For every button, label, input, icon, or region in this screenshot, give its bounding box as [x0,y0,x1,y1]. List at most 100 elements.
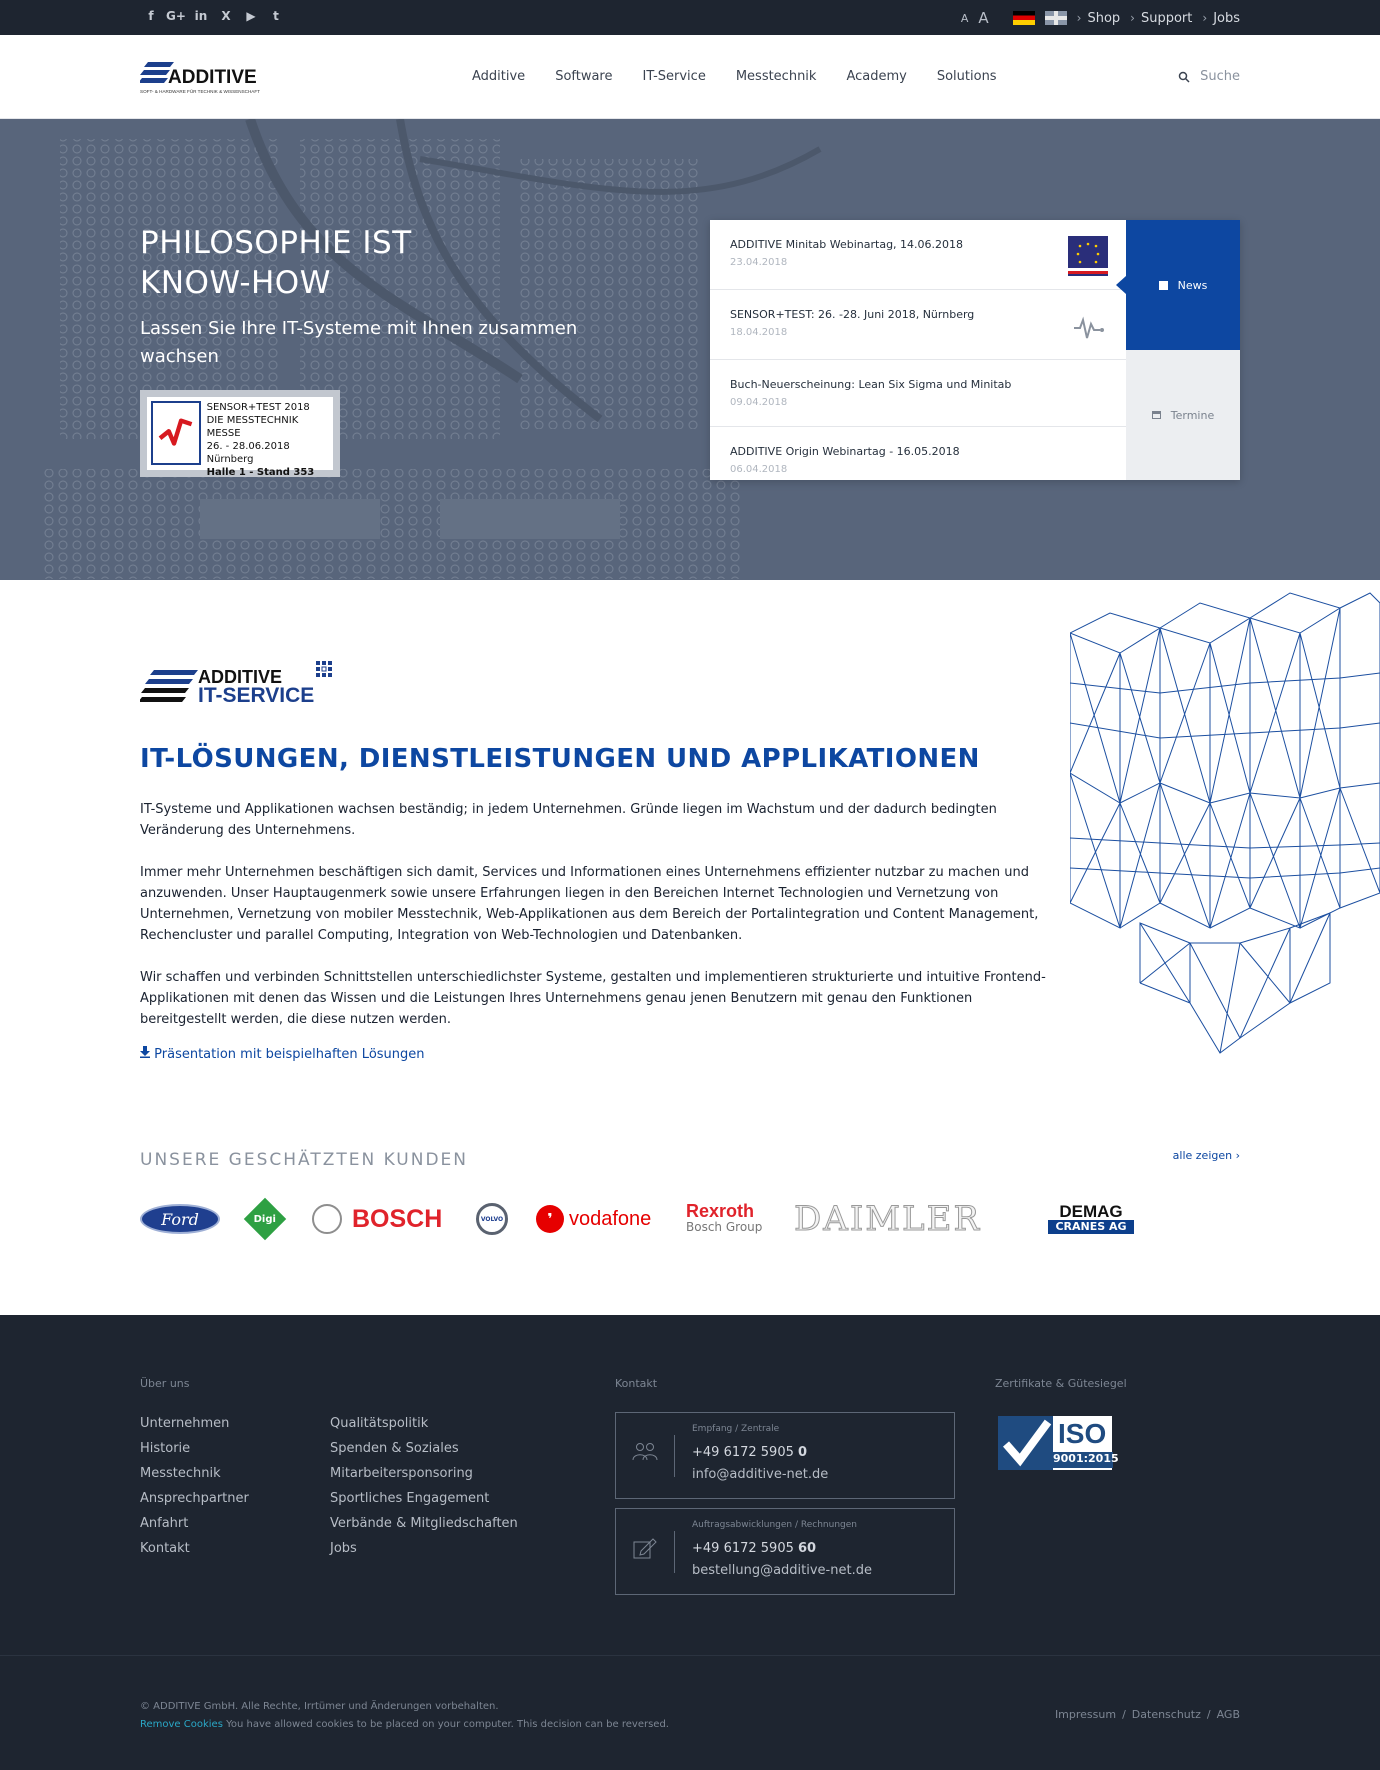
nav-item-additive[interactable]: Additive [472,69,525,84]
nav-item-academy[interactable]: Academy [846,69,906,84]
logo-tagline: SOFT- & HARDWARE FÜR TECHNIK & WISSENSCH… [140,88,260,94]
event-line-2: DIE MESSTECHNIK MESSE [206,415,299,439]
tab-termine-label: Termine [1170,408,1215,422]
news-title: Buch-Neuerscheinung: Lean Six Sigma und … [730,378,1012,391]
copyright-text: © ADDITIVE GmbH. Alle Rechte, Irrtümer u… [140,1701,499,1712]
google-plus-icon[interactable]: G+ [166,8,186,24]
legal-links: Impressum / Datenschutz / AGB [1055,1708,1240,1721]
footer-link-ansprechpartner[interactable]: Ansprechpartner [140,1486,249,1511]
facebook-icon[interactable]: f [143,8,159,24]
digi-logo: Digi [243,1197,287,1241]
download-icon [140,1046,150,1058]
event-banner-inner: SENSOR+TEST 2018 DIE MESSTECHNIK MESSE 2… [147,397,333,478]
checkmark-icon [998,1416,1053,1470]
xing-icon[interactable]: X [218,8,234,24]
impressum-link[interactable]: Impressum [1055,1708,1116,1721]
event-line-3: 26. - 28.06.2018 [206,441,290,452]
wireframe-cube-graphic [1070,592,1380,1054]
clients-heading: UNSERE GESCHÄTZTEN KUNDEN [140,1150,468,1170]
news-item[interactable]: SENSOR+TEST: 26. -28. Juni 2018, Nürnber… [710,290,1126,360]
show-all-clients-link[interactable]: alle zeigen › [1173,1149,1240,1162]
news-date: 06.04.2018 [730,464,788,475]
tab-news[interactable]: News [1116,220,1240,350]
rexroth-logo-text: Rexroth [686,1201,755,1221]
footer-link-kontakt[interactable]: Kontakt [140,1536,249,1561]
top-bar-right: A A › Shop › Support › Jobs [961,9,1240,27]
datenschutz-link[interactable]: Datenschutz [1132,1708,1201,1721]
event-line-4: Nürnberg [206,454,254,465]
remove-cookies-link[interactable]: Remove Cookies [140,1719,223,1730]
sensor-test-logo [151,401,201,465]
tab-termine[interactable]: Termine [1126,350,1240,480]
agb-link[interactable]: AGB [1217,1708,1240,1721]
footer-link-sportliches-engagement[interactable]: Sportliches Engagement [330,1486,518,1511]
digi-logo-text: Digi [253,1213,277,1225]
phone-number: +49 6172 5905 [692,1445,798,1460]
jobs-link-label: Jobs [1213,10,1240,26]
additive-logo[interactable]: ADDITIVE SOFT- & HARDWARE FÜR TECHNIK & … [140,60,292,96]
daimler-logo: DAIMLER [793,1199,1024,1240]
footer-link-historie[interactable]: Historie [140,1436,249,1461]
footer-link-spenden[interactable]: Spenden & Soziales [330,1436,518,1461]
iso-title: ISO [1058,1418,1107,1449]
section-heading: IT-LÖSUNGEN, DIENSTLEISTUNGEN UND APPLIK… [140,744,980,774]
footer-link-unternehmen[interactable]: Unternehmen [140,1411,249,1436]
contact-box-orders: Auftragsabwicklungen / Rechnungen +49 61… [615,1508,955,1595]
footer-link-messtechnik[interactable]: Messtechnik [140,1461,249,1486]
twitter-icon[interactable]: t [268,8,284,24]
contact-email[interactable]: bestellung@additive-net.de [692,1563,872,1578]
search-input[interactable]: Suche [1178,69,1240,84]
demag-logo-subtext: CRANES AG [1048,1220,1134,1234]
footer-link-jobs[interactable]: Jobs [330,1536,518,1561]
bosch-armature-icon [312,1204,342,1234]
footer-link-anfahrt[interactable]: Anfahrt [140,1511,249,1536]
support-link[interactable]: › Support [1130,11,1192,26]
contact-email[interactable]: info@additive-net.de [692,1467,828,1482]
news-item[interactable]: ADDITIVE Minitab Webinartag, 14.06.2018 … [710,220,1126,290]
search-label: Suche [1200,69,1240,84]
chevron-right-icon: › [1076,11,1082,25]
linkedin-icon[interactable]: in [193,8,209,24]
font-size-large-button[interactable]: A [978,9,988,27]
daimler-logo-text: DAIMLER [793,1199,982,1240]
news-item[interactable]: Buch-Neuerscheinung: Lean Six Sigma und … [710,360,1126,427]
news-date: 18.04.2018 [730,327,788,338]
news-title: SENSOR+TEST: 26. -28. Juni 2018, Nürnber… [730,308,975,321]
nav-item-it-service[interactable]: IT-Service [643,69,706,84]
intro-paragraph-2: Immer mehr Unternehmen beschäftigen sich… [140,865,1039,943]
digi-diamond: Digi [243,1197,287,1241]
presentation-download-link[interactable]: Präsentation mit beispielhaften Lösungen [140,1046,425,1062]
nav-item-software[interactable]: Software [555,69,612,84]
nav-item-messtechnik[interactable]: Messtechnik [736,69,817,84]
contact-divider [674,1435,675,1477]
iso-subtitle: 9001:2015 [1053,1452,1119,1468]
presentation-download-label: Präsentation mit beispielhaften Lösungen [154,1047,425,1062]
sensor-test-event-banner[interactable]: SENSOR+TEST 2018 DIE MESSTECHNIK MESSE 2… [140,390,340,478]
nav-item-solutions[interactable]: Solutions [937,69,997,84]
footer-link-verbaende[interactable]: Verbände & Mitgliedschaften [330,1511,518,1536]
contact-phone[interactable]: +49 6172 5905 0 [692,1445,807,1460]
footer-link-mitarbeitersponsoring[interactable]: Mitarbeitersponsoring [330,1461,518,1486]
demag-logo: DEMAG CRANES AG [1048,1199,1134,1239]
contact-phone[interactable]: +49 6172 5905 60 [692,1541,816,1556]
logo-word: ADDITIVE [168,67,257,88]
shop-link[interactable]: › Shop [1077,11,1121,26]
social-links: f G+ in X ▶ t [143,8,284,24]
phone-extension: 60 [798,1541,817,1556]
news-item[interactable]: ADDITIVE Origin Webinartag - 16.05.2018 … [710,427,1126,480]
footer-about-links-1: Unternehmen Historie Messtechnik Ansprec… [140,1411,249,1561]
calendar-icon [1151,411,1161,419]
news-list: ADDITIVE Minitab Webinartag, 14.06.2018 … [710,220,1126,480]
volvo-logo: VOLVO [476,1199,512,1239]
bosch-logo-text: BOSCH [352,1204,443,1233]
vodafone-logo: ❜ vodafone [536,1199,661,1239]
font-size-small-button[interactable]: A [961,12,969,25]
english-flag-icon[interactable] [1044,11,1067,25]
german-flag-icon[interactable] [1012,11,1035,25]
edit-icon [632,1537,658,1563]
hero-subtitle: Lassen Sie Ihre IT-Systeme mit Ihnen zus… [140,318,578,367]
footer-link-qualitaetspolitik[interactable]: Qualitätspolitik [330,1411,518,1436]
jobs-link[interactable]: › Jobs [1202,11,1240,26]
hero-title-line-2: KNOW-HOW [140,265,331,301]
youtube-icon[interactable]: ▶ [243,8,259,24]
